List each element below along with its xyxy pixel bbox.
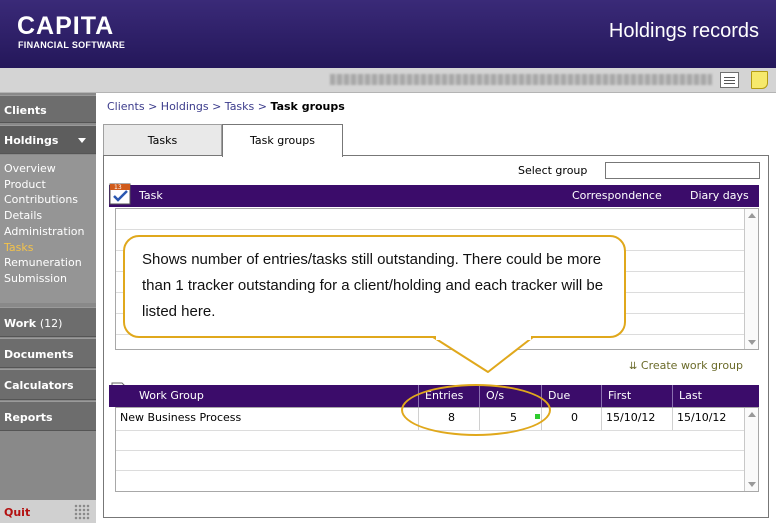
first-column-header: First	[601, 385, 672, 407]
sidebar-item-submission[interactable]: Submission	[4, 271, 96, 287]
sidebar-item-clients[interactable]: Clients	[0, 95, 96, 123]
top-toolbar	[0, 68, 776, 93]
diary-days-column-header: Diary days	[690, 189, 749, 202]
correspondence-column-header: Correspondence	[572, 189, 662, 202]
due-column-header: Due	[541, 385, 601, 407]
task-column-header: Task	[139, 189, 163, 202]
app-title: Holdings records	[608, 20, 759, 42]
sidebar-item-holdings[interactable]: Holdings	[0, 125, 96, 154]
work-group-column-header: Work Group	[139, 389, 204, 402]
last-date-cell: 15/10/12	[677, 411, 727, 424]
task-table-scrollbar[interactable]	[744, 209, 758, 349]
tab-tasks[interactable]: Tasks	[103, 124, 222, 156]
sidebar-item-reports[interactable]: Reports	[0, 401, 96, 431]
sidebar-item-overview[interactable]: Overview	[4, 161, 96, 177]
breadcrumb: Clients > Holdings > Tasks > Task groups	[107, 100, 345, 113]
capita-logo: CAPITA	[17, 12, 115, 40]
app-header: CAPITA FINANCIAL SOFTWARE Holdings recor…	[0, 0, 776, 68]
calendar-icon[interactable]	[720, 72, 739, 88]
sidebar-item-administration[interactable]: Administration	[4, 224, 96, 240]
svg-text:13: 13	[114, 184, 122, 191]
sidebar-item-documents[interactable]: Documents	[0, 338, 96, 368]
sidebar: Clients Holdings Overview Product Contri…	[0, 93, 96, 523]
sidebar-item-label: Work	[4, 317, 37, 330]
sidebar-item-product[interactable]: Product	[4, 177, 96, 193]
resize-grip-icon[interactable]	[74, 504, 90, 520]
sidebar-item-tasks[interactable]: Tasks	[4, 240, 96, 256]
breadcrumb-holdings[interactable]: Holdings	[161, 100, 209, 113]
tab-label: Task groups	[250, 134, 315, 147]
first-date-cell: 15/10/12	[606, 411, 656, 424]
scroll-up-icon[interactable]	[748, 213, 756, 218]
annotation-callout: Shows number of entries/tasks still outs…	[123, 235, 626, 338]
sidebar-item-remuneration[interactable]: Remuneration	[4, 255, 96, 271]
sidebar-item-calculators[interactable]: Calculators	[0, 369, 96, 400]
scroll-down-icon[interactable]	[748, 482, 756, 487]
work-count-badge: (12)	[39, 317, 63, 330]
sidebar-item-label: Clients	[4, 104, 47, 117]
due-cell: 0	[571, 411, 578, 424]
create-work-group-link[interactable]: ⇊ Create work group	[629, 359, 743, 372]
capita-logo-subtitle: FINANCIAL SOFTWARE	[18, 40, 126, 50]
last-column-header: Last	[672, 385, 759, 407]
scroll-down-icon[interactable]	[748, 340, 756, 345]
sidebar-item-work[interactable]: Work (12)	[0, 307, 96, 337]
sidebar-item-label: Calculators	[4, 379, 74, 392]
double-chevron-down-icon: ⇊	[629, 361, 638, 372]
sidebar-item-details[interactable]: Details	[4, 208, 96, 224]
chevron-down-icon	[78, 138, 86, 143]
tab-task-groups[interactable]: Task groups	[222, 124, 343, 157]
sidebar-item-label: Holdings	[4, 134, 59, 147]
notes-icon[interactable]	[751, 71, 768, 89]
blurred-user-info	[330, 74, 712, 85]
tab-label: Tasks	[147, 134, 178, 147]
select-group-input[interactable]	[605, 162, 760, 179]
task-table-header: Task Correspondence Diary days	[109, 185, 759, 207]
sidebar-item-contributions[interactable]: Contributions	[4, 192, 96, 208]
breadcrumb-tasks[interactable]: Tasks	[225, 100, 254, 113]
workgroup-table-scrollbar[interactable]	[744, 408, 758, 491]
create-work-group-label: Create work group	[640, 359, 744, 372]
breadcrumb-current: Task groups	[270, 100, 345, 113]
sidebar-item-label: Reports	[4, 411, 53, 424]
quit-label: Quit	[4, 506, 31, 519]
holdings-submenu: Overview Product Contributions Details A…	[0, 155, 96, 303]
scroll-up-icon[interactable]	[748, 412, 756, 417]
sidebar-item-label: Documents	[4, 348, 74, 361]
quit-button[interactable]: Quit	[0, 500, 96, 523]
highlight-ellipse	[401, 384, 551, 436]
select-group-label: Select group	[518, 164, 588, 177]
calendar-task-icon: 13	[109, 183, 131, 205]
work-group-cell: New Business Process	[120, 411, 242, 424]
breadcrumb-clients[interactable]: Clients	[107, 100, 145, 113]
